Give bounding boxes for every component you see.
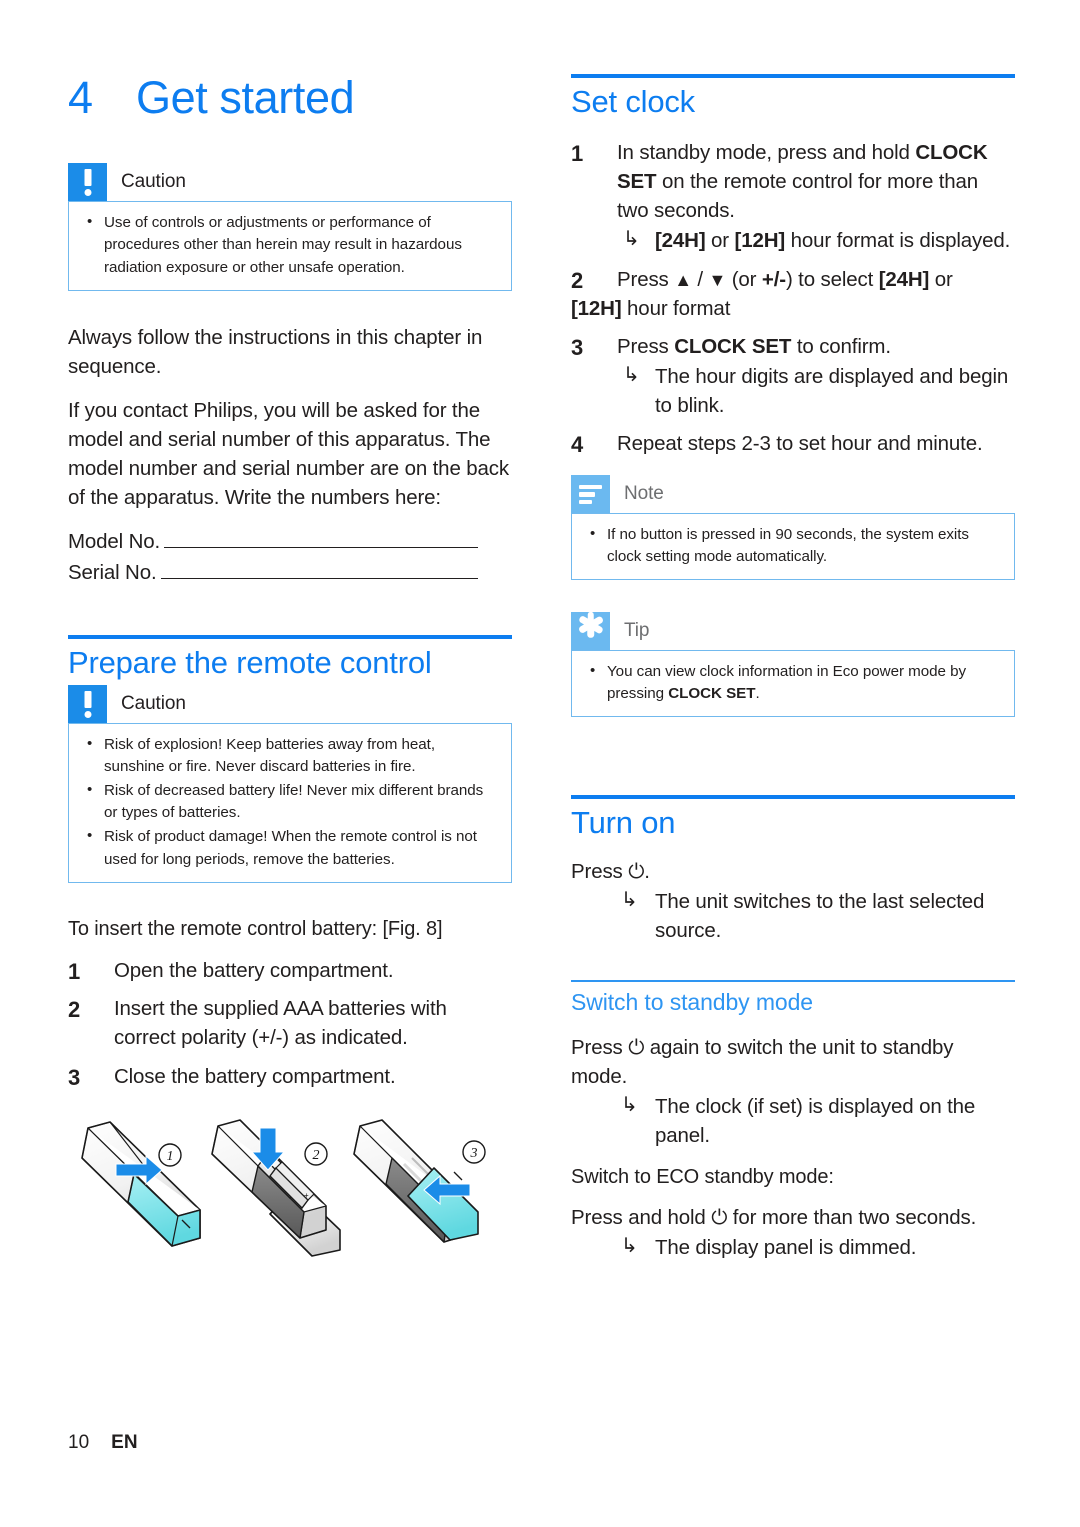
list-item: Risk of product damage! When the remote … xyxy=(83,825,497,870)
svg-text:1: 1 xyxy=(167,1149,174,1164)
model-no-label: Model No. xyxy=(68,530,161,554)
callout-title: Tip xyxy=(624,619,650,641)
list-item: Risk of decreased battery life! Never mi… xyxy=(83,779,497,824)
battery-steps: Open the battery compartment. Insert the… xyxy=(68,956,512,1093)
remote-step-1: 1 xyxy=(81,1121,202,1247)
callout-body: If no button is pressed in 90 seconds, t… xyxy=(571,512,1015,580)
callout-header: Caution xyxy=(68,163,512,202)
callout-header: Note xyxy=(571,474,1015,513)
remote-step-2: + + 2 xyxy=(211,1119,341,1257)
caution-callout-top: Caution Use of controls or adjustments o… xyxy=(68,163,512,291)
model-no-row: Model No. xyxy=(68,527,512,558)
list-item: Repeat steps 2-3 to set hour and minute. xyxy=(571,429,1015,460)
callout-body: Risk of explosion! Keep batteries away f… xyxy=(68,722,512,883)
list-item: Close the battery compartment. xyxy=(68,1062,396,1093)
remote-step-3: 3 xyxy=(353,1119,486,1243)
eco-standby-heading: Switch to ECO standby mode: xyxy=(571,1165,834,1188)
list-item: Use of controls or adjustments or perfor… xyxy=(83,211,497,279)
subsection-heading-standby: Switch to standby mode xyxy=(571,988,813,1015)
figure-callout-1: 1 xyxy=(158,1143,182,1167)
exclamation-icon xyxy=(68,684,107,723)
model-no-writeline[interactable] xyxy=(164,529,478,549)
note-callout: Note If no button is pressed in 90 secon… xyxy=(571,474,1015,580)
list-item: Risk of explosion! Keep batteries away f… xyxy=(83,733,497,778)
manual-page: 4 Get started Caution Use of controls or… xyxy=(0,0,1080,1527)
list-item: Insert the supplied AAA batteries with c… xyxy=(68,994,447,1050)
list-item: Press ▲ / ▼ (or +/-) to select [24H] or … xyxy=(571,265,1015,323)
note-lines-icon xyxy=(571,474,610,513)
intro-paragraph-2: If you contact Philips, you will be aske… xyxy=(68,399,509,510)
step-text: Repeat steps 2-3 to set hour and minute. xyxy=(617,432,983,456)
section-rule xyxy=(571,795,1015,800)
remote-figure-svg: 1 + 2 3 xyxy=(81,1119,486,1257)
turn-on-result: The unit switches to the last selected s… xyxy=(571,886,1015,945)
page-footer: 10 EN xyxy=(68,1432,138,1454)
standby-instruction: Press ⏻ again to switch the unit to stan… xyxy=(571,1035,954,1089)
list-item: If no button is pressed in 90 seconds, t… xyxy=(586,523,1000,568)
svg-text:+: + xyxy=(304,1191,309,1200)
eco-standby-result: The display panel is dimmed. xyxy=(571,1232,1015,1263)
standby-result: The clock (if set) is displayed on the p… xyxy=(571,1091,1015,1150)
exclamation-icon xyxy=(68,163,107,202)
figure-callout-2: 2 xyxy=(304,1142,328,1166)
page-language: EN xyxy=(111,1432,138,1453)
callout-title: Caution xyxy=(121,171,186,193)
callout-title: Note xyxy=(624,482,664,504)
section-heading-prepare-remote: Prepare the remote control xyxy=(68,644,432,680)
asterisk-icon xyxy=(571,611,610,650)
step-text: Press ▲ / ▼ (or +/-) to select [24H] or xyxy=(617,267,953,291)
chapter-title: 4 Get started xyxy=(68,72,512,123)
callout-body: You can view clock information in Eco po… xyxy=(571,649,1015,718)
asterisk-glyph xyxy=(577,611,604,644)
section-rule xyxy=(68,634,512,639)
step-text: Press CLOCK SET to confirm. xyxy=(617,334,891,358)
list-item: Open the battery compartment. xyxy=(68,956,394,987)
step-text-continued: [12H] hour format xyxy=(571,296,731,320)
left-column: 4 Get started Caution Use of controls or… xyxy=(68,74,512,1097)
section-heading-set-clock: Set clock xyxy=(571,84,695,119)
callout-header: Tip xyxy=(571,611,1015,650)
step-text: In standby mode, press and hold CLOCK SE… xyxy=(617,140,988,222)
figure-callout-3: 3 xyxy=(462,1140,486,1164)
callout-header: Caution xyxy=(68,684,512,723)
step-result: [24H] or [12H] hour format is displayed. xyxy=(617,225,1015,256)
svg-text:2: 2 xyxy=(313,1148,320,1163)
section-rule xyxy=(571,74,1015,78)
serial-no-row: Serial No. xyxy=(68,558,512,589)
list-item: You can view clock information in Eco po… xyxy=(586,660,1000,705)
intro-paragraph-1: Always follow the instructions in this c… xyxy=(68,325,483,378)
set-clock-steps: In standby mode, press and hold CLOCK SE… xyxy=(571,138,1015,461)
list-item: Press CLOCK SET to confirm. The hour dig… xyxy=(571,332,1015,420)
chapter-title-text: Get started xyxy=(136,72,355,123)
serial-no-label: Serial No. xyxy=(68,561,157,585)
chapter-number: 4 xyxy=(68,72,93,123)
subsection-rule xyxy=(571,979,1015,982)
remote-control-battery-figure: 1 + 2 3 xyxy=(60,1118,530,1258)
callout-body: Use of controls or adjustments or perfor… xyxy=(68,201,512,291)
step-result: The hour digits are displayed and begin … xyxy=(617,361,1015,420)
svg-text:3: 3 xyxy=(470,1146,478,1161)
caution-callout-battery: Caution Risk of explosion! Keep batterie… xyxy=(68,684,512,883)
serial-no-writeline[interactable] xyxy=(160,560,478,580)
list-item: In standby mode, press and hold CLOCK SE… xyxy=(571,138,1015,256)
section-heading-turn-on: Turn on xyxy=(571,805,676,841)
procedure-title: To insert the remote control battery: [F… xyxy=(68,917,443,940)
tip-callout: Tip You can view clock information in Ec… xyxy=(571,611,1015,718)
eco-standby-instruction: Press and hold ⏻ for more than two secon… xyxy=(571,1205,977,1229)
turn-on-instruction: Press ⏻. xyxy=(571,860,650,884)
page-number: 10 xyxy=(68,1432,90,1453)
callout-title: Caution xyxy=(121,692,186,714)
right-column: Set clock In standby mode, press and hol… xyxy=(571,74,1015,1263)
